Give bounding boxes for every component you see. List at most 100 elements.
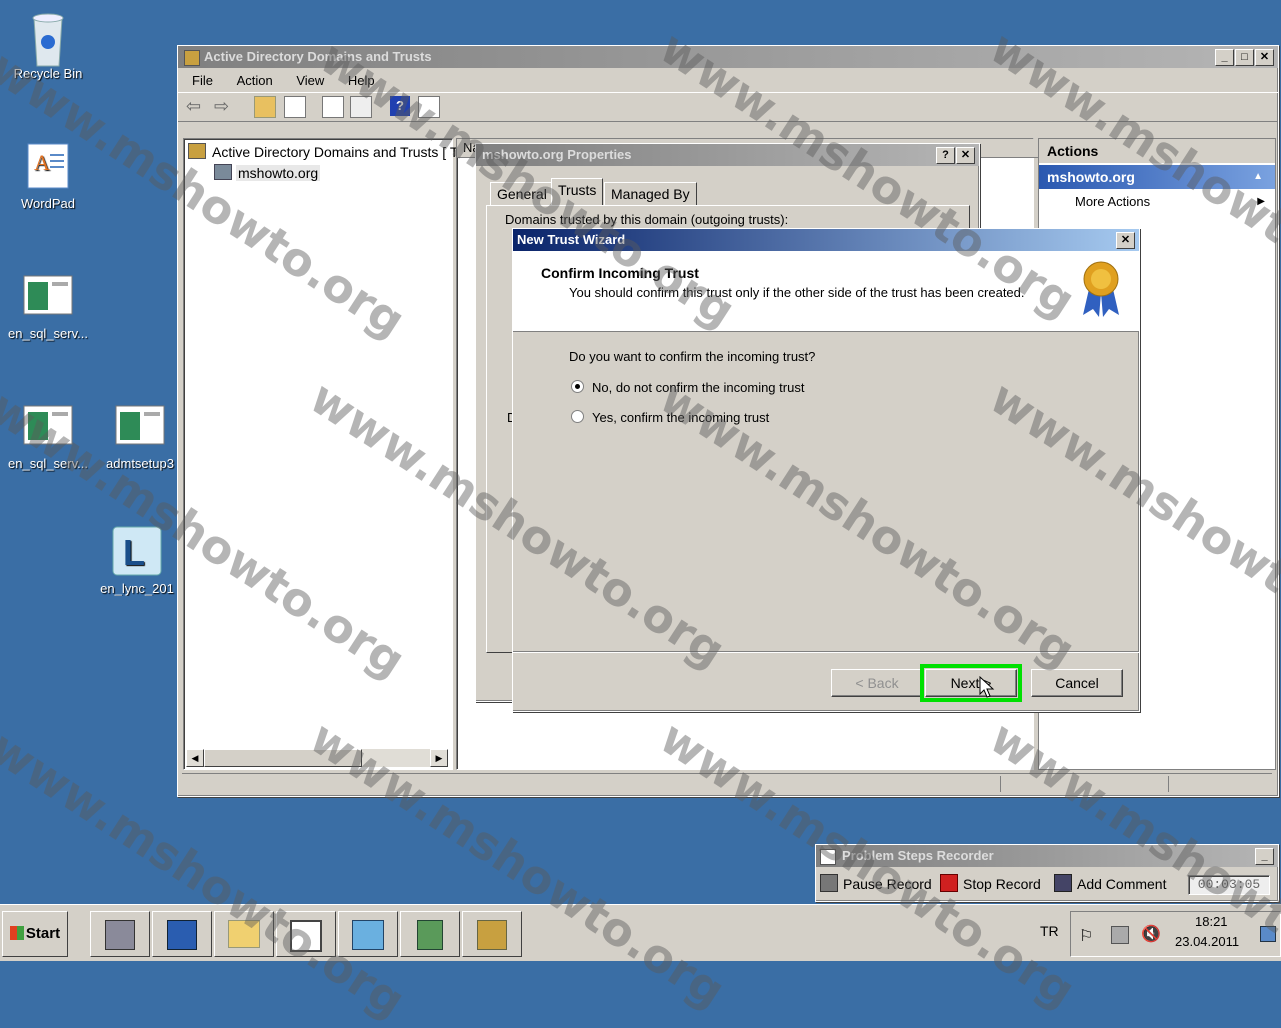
- tree-root[interactable]: Active Directory Domains and Trusts [ T: [188, 143, 458, 160]
- volume-muted-icon[interactable]: 🔇: [1141, 924, 1161, 944]
- back-button[interactable]: < Back: [831, 669, 923, 697]
- installer-icon: [22, 400, 74, 452]
- pause-record-button[interactable]: Pause Record: [820, 872, 932, 896]
- back-arrow-icon[interactable]: ⇦: [186, 96, 206, 116]
- show-desktop-icon[interactable]: [1260, 926, 1276, 942]
- up-folder-icon[interactable]: [254, 96, 276, 118]
- wizard-separator: [513, 651, 1139, 653]
- taskbar-ad-tools[interactable]: [462, 911, 522, 957]
- network-tray-icon[interactable]: [1111, 926, 1129, 944]
- next-button[interactable]: Next >: [920, 664, 1022, 702]
- mouse-cursor-icon: [979, 675, 995, 703]
- outgoing-trusts-label: Domains trusted by this domain (outgoing…: [505, 212, 789, 227]
- main-window-titlebar[interactable]: Active Directory Domains and Trusts _ □ …: [178, 46, 1278, 68]
- clock-time[interactable]: 18:21: [1195, 914, 1228, 929]
- radio-no-confirm-dot[interactable]: [571, 380, 584, 393]
- collapse-up-icon[interactable]: ▲: [1253, 165, 1263, 189]
- minimize-button[interactable]: _: [1255, 848, 1274, 865]
- network-icon: [417, 920, 443, 950]
- recorder-icon: [290, 920, 322, 952]
- export-list-icon[interactable]: [350, 96, 372, 118]
- language-indicator[interactable]: TR: [1040, 923, 1059, 939]
- desktop-icon-wordpad[interactable]: A WordPad: [0, 140, 96, 211]
- server-manager-icon: [105, 920, 135, 950]
- desktop-icon-label: en_sql_serv...: [8, 326, 88, 341]
- radio-yes-confirm[interactable]: Yes, confirm the incoming trust: [571, 410, 769, 425]
- wizard-question: Do you want to confirm the incoming trus…: [569, 349, 816, 364]
- help-button[interactable]: ?: [936, 147, 955, 164]
- ad-app-icon: [184, 50, 200, 66]
- tree-scrollbar[interactable]: ◀ ▶: [186, 749, 448, 767]
- tree-pane: Active Directory Domains and Trusts [ T …: [183, 138, 458, 770]
- scroll-thumb[interactable]: [204, 749, 362, 767]
- tree-item-mshowto[interactable]: mshowto.org: [214, 164, 321, 181]
- taskbar-powershell[interactable]: [152, 911, 212, 957]
- radio-yes-confirm-dot[interactable]: [571, 410, 584, 423]
- award-ribbon-icon: [1079, 259, 1123, 319]
- pause-icon: [820, 874, 838, 892]
- maximize-button[interactable]: □: [1235, 49, 1254, 66]
- taskbar-network[interactable]: [400, 911, 460, 957]
- desktop-icon-recycle-bin[interactable]: Recycle Bin: [0, 10, 96, 81]
- menu-view[interactable]: View: [286, 70, 334, 92]
- start-button[interactable]: Start: [2, 911, 68, 957]
- taskbar-control-panel[interactable]: [338, 911, 398, 957]
- radio-no-confirm[interactable]: No, do not confirm the incoming trust: [571, 380, 804, 395]
- psr-window: Problem Steps Recorder _ Pause Record St…: [815, 844, 1279, 902]
- desktop-icon-sql-1[interactable]: en_sql_serv...: [0, 270, 96, 341]
- desktop-icon-label: WordPad: [21, 196, 75, 211]
- minimize-button[interactable]: _: [1215, 49, 1234, 66]
- clock-date[interactable]: 23.04.2011: [1175, 934, 1239, 949]
- properties-titlebar[interactable]: mshowto.org Properties ? ✕: [476, 144, 979, 166]
- scroll-left-icon[interactable]: ◀: [186, 749, 204, 767]
- show-hide-tree-icon[interactable]: [284, 96, 306, 118]
- more-actions-item[interactable]: More Actions ▶: [1039, 189, 1275, 215]
- windows-logo-icon: [9, 926, 24, 940]
- cancel-button[interactable]: Cancel: [1031, 669, 1123, 697]
- stop-record-button[interactable]: Stop Record: [940, 872, 1041, 896]
- submenu-arrow-icon: ▶: [1257, 196, 1265, 207]
- menu-help[interactable]: Help: [338, 70, 385, 92]
- svg-text:L: L: [123, 532, 145, 573]
- scroll-right-icon[interactable]: ▶: [430, 749, 448, 767]
- system-tray: ⚐ 🔇 18:21 23.04.2011: [1070, 911, 1281, 957]
- tab-general[interactable]: General: [490, 182, 554, 206]
- menu-bar: File Action View Help: [178, 70, 1278, 92]
- properties-icon[interactable]: [322, 96, 344, 118]
- taskbar-recorder[interactable]: [276, 911, 336, 957]
- close-button[interactable]: ✕: [1255, 49, 1274, 66]
- wizard-titlebar[interactable]: New Trust Wizard ✕: [513, 229, 1139, 251]
- taskbar-server-manager[interactable]: [90, 911, 150, 957]
- add-comment-button[interactable]: Add Comment: [1054, 872, 1166, 896]
- desktop-icon-lync[interactable]: L en_lync_201: [92, 525, 182, 596]
- taskbar-explorer[interactable]: [214, 911, 274, 957]
- comment-icon: [1054, 874, 1072, 892]
- flag-icon[interactable]: ⚐: [1079, 926, 1093, 946]
- psr-titlebar[interactable]: Problem Steps Recorder _: [816, 845, 1278, 867]
- new-trust-wizard: New Trust Wizard ✕ Confirm Incoming Trus…: [512, 228, 1140, 712]
- tab-trusts[interactable]: Trusts: [551, 178, 604, 206]
- menu-file[interactable]: File: [182, 70, 223, 92]
- wizard-heading: Confirm Incoming Trust: [541, 265, 699, 281]
- menu-action[interactable]: Action: [227, 70, 283, 92]
- status-divider: [1000, 776, 1001, 792]
- actions-section-mshowto[interactable]: mshowto.org ▲: [1039, 165, 1275, 189]
- control-panel-icon: [352, 920, 384, 950]
- close-button[interactable]: ✕: [956, 147, 975, 164]
- close-button[interactable]: ✕: [1116, 232, 1135, 249]
- desktop-icon-label: en_lync_201: [100, 581, 174, 596]
- wordpad-icon: A: [22, 140, 74, 192]
- action-pane-icon[interactable]: [418, 96, 440, 118]
- powershell-icon: [167, 920, 197, 950]
- desktop-icon-label: admtsetup3: [106, 456, 174, 471]
- desktop-icon-sql-2[interactable]: en_sql_serv...: [0, 400, 96, 471]
- wizard-subheading: You should confirm this trust only if th…: [569, 285, 1025, 300]
- desktop-icon-admtsetup[interactable]: admtsetup3: [96, 400, 184, 471]
- domain-icon: [214, 164, 232, 180]
- lync-icon: L: [111, 525, 163, 577]
- forward-arrow-icon[interactable]: ⇨: [214, 96, 234, 116]
- status-bar: [182, 773, 1272, 794]
- ad-domains-icon: [188, 143, 206, 159]
- help-icon[interactable]: ?: [390, 96, 410, 116]
- tab-managed-by[interactable]: Managed By: [604, 182, 697, 206]
